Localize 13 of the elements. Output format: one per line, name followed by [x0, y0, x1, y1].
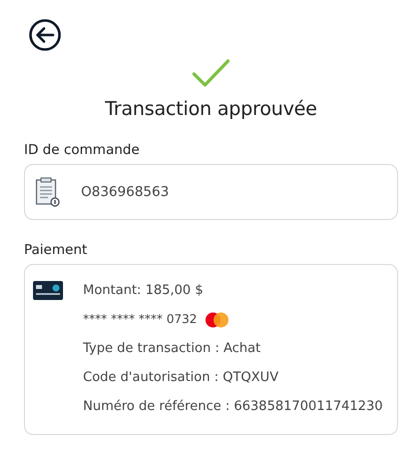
section-label: ID de commande	[24, 142, 141, 158]
credit-card-icon	[33, 281, 63, 301]
page-title: Transaction approuvée	[104, 98, 318, 120]
card-brand-icon	[204, 312, 229, 328]
order-id: O836968563	[81, 182, 169, 202]
amount-text: Montant: 185,00 $	[83, 282, 204, 300]
clipboard-icon	[35, 177, 61, 207]
detail-text: Type de transaction : Achat	[83, 340, 262, 358]
section-label: Paiement	[24, 242, 88, 258]
detail-text: Numéro de référence : 663858170011741230	[83, 398, 383, 416]
card-number: **** **** **** 0732	[83, 311, 197, 328]
detail-text: Code d'autorisation : QTQXUV	[83, 369, 280, 387]
back-icon[interactable]	[28, 18, 62, 52]
